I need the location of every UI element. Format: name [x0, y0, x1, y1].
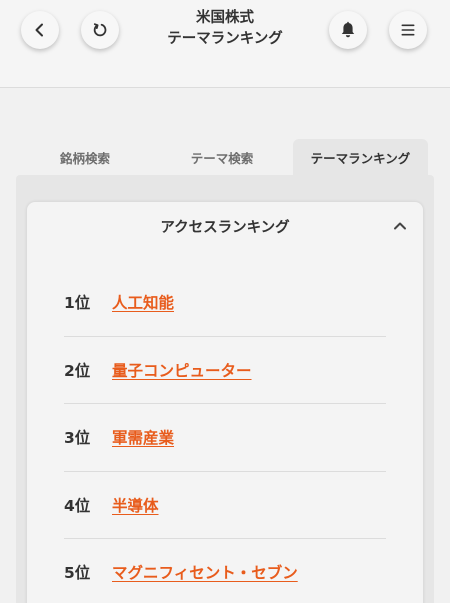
list-item: 5位 マグニフィセント・セブン: [64, 539, 386, 603]
refresh-button[interactable]: [81, 11, 119, 49]
access-ranking-header[interactable]: アクセスランキング: [27, 202, 423, 250]
page-title-line2: テーマランキング: [167, 31, 283, 47]
rank-number: 1位: [64, 294, 91, 312]
theme-link[interactable]: マグニフィセント・セブン: [112, 561, 298, 583]
tab-theme-ranking[interactable]: テーマランキング: [293, 139, 428, 175]
rank-number: 2位: [64, 361, 91, 380]
access-ranking-card: アクセスランキング 1位 人工知能 2位 量子コンピューター 3位 軍需産業 4…: [27, 202, 423, 603]
tab-theme-search[interactable]: テーマ検索: [156, 139, 288, 175]
list-item: 2位 量子コンピューター: [64, 337, 386, 404]
refresh-icon: [93, 23, 107, 37]
chevron-up-icon[interactable]: [393, 220, 407, 232]
ranking-list: 1位 人工知能 2位 量子コンピューター 3位 軍需産業 4位 半導体 5位 マ…: [64, 269, 386, 603]
tab-stock-search[interactable]: 銘柄検索: [20, 139, 150, 175]
rank-number: 5位: [64, 564, 91, 582]
menu-button[interactable]: [389, 11, 427, 49]
theme-link[interactable]: 半導体: [112, 494, 159, 516]
theme-link[interactable]: 人工知能: [112, 291, 174, 313]
list-item: 1位 人工知能: [64, 269, 386, 337]
theme-link[interactable]: 量子コンピューター: [112, 359, 252, 381]
bell-icon: [341, 21, 355, 38]
list-item: 3位 軍需産業: [64, 404, 386, 472]
hamburger-menu-icon: [401, 24, 415, 36]
tab-bar: 銘柄検索 テーマ検索 テーマランキング: [20, 139, 428, 175]
page-title: 米国株式 テーマランキング: [140, 8, 310, 50]
rank-number: 3位: [64, 429, 91, 447]
list-item: 4位 半導体: [64, 472, 386, 539]
notifications-button[interactable]: [329, 11, 367, 49]
page-title-line1: 米国株式: [196, 10, 254, 26]
chevron-left-icon: [35, 23, 43, 37]
back-button[interactable]: [21, 11, 59, 49]
access-ranking-title: アクセスランキング: [160, 220, 290, 236]
app-header: 米国株式 テーマランキング: [0, 0, 450, 88]
theme-link[interactable]: 軍需産業: [112, 426, 174, 448]
rank-number: 4位: [64, 496, 91, 515]
